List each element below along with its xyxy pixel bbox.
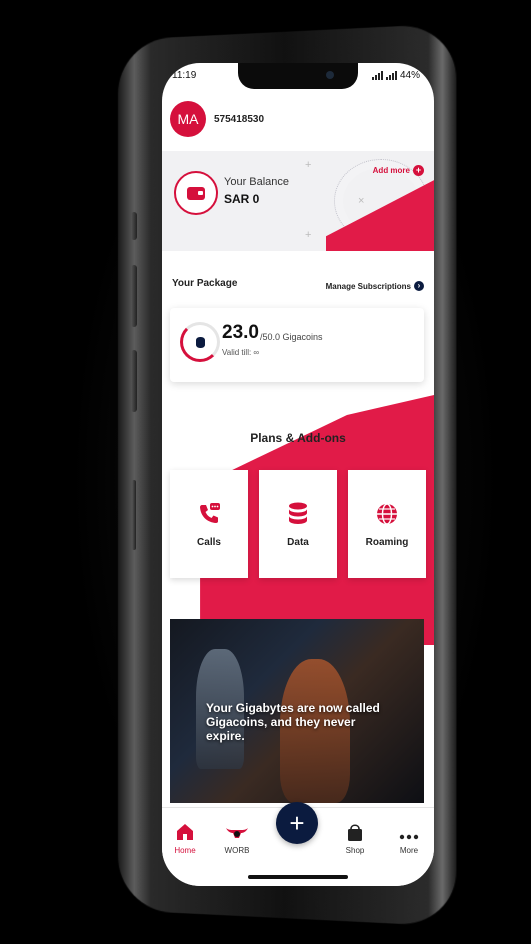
status-time: 11:19 — [172, 70, 197, 81]
decorative-x-icon: × — [358, 195, 365, 207]
usage-ring — [180, 322, 220, 362]
volume-down-button — [131, 350, 137, 412]
globe-icon — [374, 501, 400, 527]
add-fab-button[interactable]: + — [276, 802, 318, 844]
battery-percent: 44% — [399, 70, 420, 81]
tile-label: Roaming — [365, 536, 409, 548]
package-validity: Valid till: ∞ — [222, 348, 260, 357]
avatar[interactable]: MA — [170, 101, 206, 137]
manage-subscriptions-link[interactable]: Manage Subscriptions › — [326, 281, 424, 291]
nav-label: Home — [174, 846, 196, 855]
nav-shop[interactable]: Shop — [330, 822, 380, 855]
dots-icon — [384, 822, 434, 842]
balance-label: Your Balance — [224, 176, 290, 188]
bull-icon — [212, 822, 262, 842]
balance-card: + + × Your Balance SAR 0 Add more + — [162, 151, 434, 251]
tile-label: Calls — [197, 536, 221, 548]
nav-home[interactable]: Home — [162, 822, 210, 855]
volume-up-button — [131, 265, 137, 327]
sim-tray — [132, 480, 136, 550]
phone-chat-icon — [196, 501, 222, 527]
package-total: /50.0 Gigacoins — [260, 332, 323, 342]
database-icon — [195, 336, 205, 348]
nav-worb[interactable]: WORB — [212, 822, 262, 855]
home-indicator — [248, 875, 348, 879]
tile-data[interactable]: Data — [259, 470, 337, 578]
wallet-icon — [174, 171, 218, 215]
database-icon — [285, 501, 311, 527]
signal-icon-2 — [385, 71, 397, 80]
promo-banner[interactable]: Your Gigabytes are now called Gigacoins,… — [170, 619, 424, 803]
package-used: 23.0 — [222, 322, 259, 343]
nav-label: Shop — [345, 846, 365, 855]
bottom-nav: Home WORB + Shop More — [162, 802, 434, 886]
bag-icon — [330, 822, 380, 842]
package-title: Your Package — [172, 278, 238, 289]
tile-roaming[interactable]: Roaming — [348, 470, 426, 578]
tile-calls[interactable]: Calls — [170, 470, 248, 578]
home-icon — [162, 822, 210, 842]
plus-icon: + — [289, 808, 305, 838]
package-card[interactable]: 23.0 /50.0 Gigacoins Valid till: ∞ — [170, 308, 424, 382]
account-phone-number: 575418530 — [214, 113, 265, 125]
manage-subscriptions-label: Manage Subscriptions — [325, 281, 411, 291]
account-header[interactable]: MA 575418530 — [162, 91, 434, 147]
chevron-right-icon: › — [414, 281, 424, 291]
signal-icon — [371, 71, 383, 80]
plus-circle-icon: + — [413, 165, 424, 176]
balance-value: SAR 0 — [224, 192, 260, 206]
decorative-cross-icon: + — [305, 229, 312, 241]
status-right: 44% — [371, 70, 420, 81]
add-more-button[interactable]: Add more + — [373, 165, 424, 176]
app-screen: 11:19 44% MA 575418530 + + × Your Balanc… — [162, 63, 434, 886]
status-bar: 11:19 44% — [162, 63, 434, 89]
nav-more[interactable]: More — [384, 822, 434, 855]
decorative-cross-icon: + — [305, 159, 312, 171]
banner-text: Your Gigabytes are now called Gigacoins,… — [206, 701, 380, 743]
tile-label: Data — [287, 536, 309, 548]
plans-title: Plans & Add-ons — [250, 431, 346, 445]
action-button — [131, 212, 137, 240]
nav-label: More — [399, 846, 419, 855]
add-more-label: Add more — [372, 166, 410, 175]
nav-label: WORB — [224, 846, 250, 855]
